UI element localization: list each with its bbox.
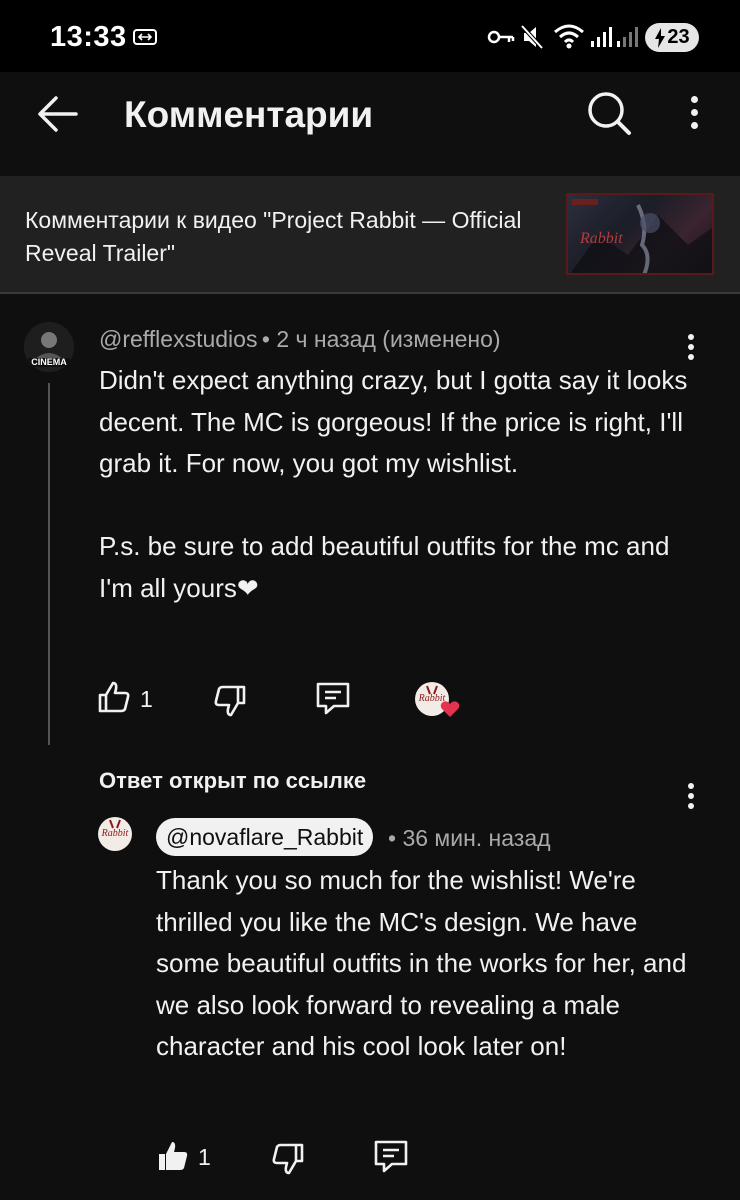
reply-avatar[interactable]: Rabbit [98, 817, 132, 851]
svg-text:Rabbit: Rabbit [579, 230, 623, 247]
like-count: 1 [140, 686, 153, 712]
screen-cast-icon [133, 29, 157, 45]
signal-1-icon [591, 27, 612, 47]
app-bar: Комментарии [0, 72, 740, 176]
reply-icon[interactable] [314, 680, 352, 716]
video-thumbnail[interactable]: Rabbit [566, 193, 714, 275]
commenter-avatar[interactable]: CINEMA [24, 322, 74, 372]
signal-2-icon [617, 27, 638, 47]
video-header[interactable]: Комментарии к видео "Project Rabbit — Of… [0, 176, 740, 294]
reply-avatar-label: Rabbit [101, 828, 129, 839]
vpn-key-icon [487, 30, 515, 44]
video-title: Комментарии к видео "Project Rabbit — Of… [25, 207, 522, 266]
like-filled-icon[interactable] [155, 1138, 191, 1174]
comment-header: @refflexstudios • 2 ч назад (изменено) [99, 326, 501, 353]
comment-author[interactable]: @refflexstudios [99, 326, 257, 352]
status-time: 13:33 [50, 21, 127, 53]
reply-section-more-icon[interactable] [686, 783, 696, 813]
reply-text: Thank you so much for the wishlist! We'r… [156, 865, 694, 1061]
reply-author-chip[interactable]: @novaflare_Rabbit [156, 818, 374, 856]
reply-meta: • 36 мин. назад [388, 825, 551, 851]
back-arrow-icon[interactable] [36, 94, 78, 134]
battery-indicator: 23 [645, 23, 699, 52]
reply-section-label: Ответ открыт по ссылке [99, 768, 367, 793]
page-title: Комментарии [124, 94, 374, 135]
mute-icon [520, 24, 544, 50]
more-options-icon[interactable] [689, 96, 699, 133]
thread-line [48, 383, 50, 745]
comment-text: Didn't expect anything crazy, but I gott… [99, 365, 688, 603]
status-bar: 13:33 23 [0, 0, 740, 72]
like-icon[interactable] [96, 679, 132, 715]
battery-level: 23 [667, 26, 690, 48]
search-icon[interactable] [586, 90, 632, 136]
comment-meta: • 2 ч назад (изменено) [261, 326, 501, 352]
dislike-icon[interactable] [212, 683, 248, 719]
heart-icon [440, 701, 460, 717]
wifi-icon [554, 24, 584, 49]
reply-dislike-icon[interactable] [270, 1141, 306, 1177]
reply-like-count: 1 [198, 1144, 211, 1170]
charging-icon [655, 27, 666, 48]
reply-reply-icon[interactable] [372, 1138, 410, 1174]
avatar-label: CINEMA [31, 357, 67, 367]
